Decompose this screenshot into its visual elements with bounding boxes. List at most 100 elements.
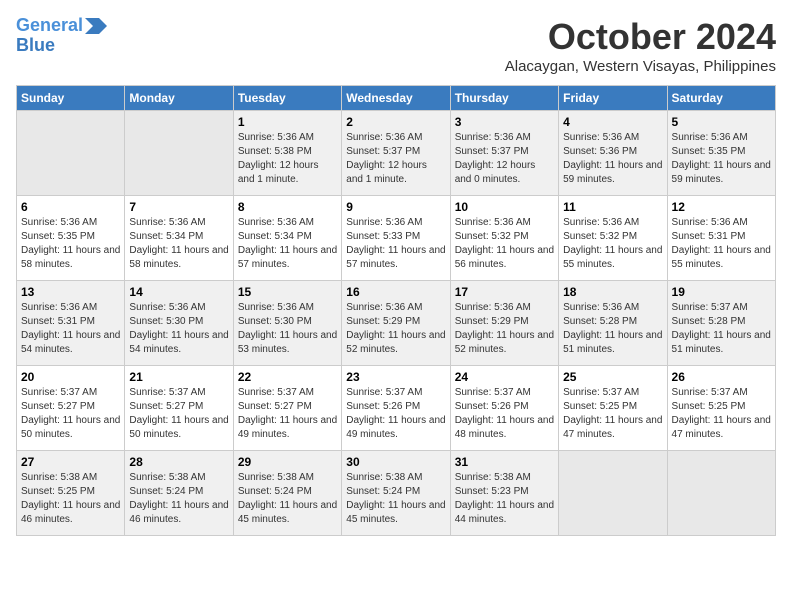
calendar-cell: 23Sunrise: 5:37 AMSunset: 5:26 PMDayligh… bbox=[342, 366, 450, 451]
daylight-text: Daylight: 11 hours and 47 minutes. bbox=[563, 415, 662, 440]
day-info: Sunrise: 5:37 AM Sunset: 5:27 PM Daylight:… bbox=[21, 386, 120, 442]
day-info: Sunrise: 5:38 AMSunset: 5:24 PMDaylight:… bbox=[129, 471, 228, 527]
sunrise-text: Sunrise: 5:37 AM bbox=[672, 302, 748, 313]
calendar-cell: 2 Sunrise: 5:36 AMSunset: 5:37 PMDaylight… bbox=[342, 111, 450, 196]
day-number: 21 bbox=[129, 370, 228, 384]
day-info: Sunrise: 5:36 AMSunset: 5:34 PMDaylight:… bbox=[129, 216, 228, 272]
sunrise-text: Sunrise: 5:36 AM bbox=[563, 302, 639, 313]
calendar-cell: 21Sunrise: 5:37 AMSunset: 5:27 PMDayligh… bbox=[125, 366, 233, 451]
sunrise-text: Sunrise: 5:36 AM bbox=[21, 302, 97, 313]
sunset-text: Sunset: 5:33 PM bbox=[346, 231, 420, 242]
sunrise-text: Sunrise: 5:38 AM bbox=[129, 472, 205, 483]
daylight-text: Daylight: 11 hours and 45 minutes. bbox=[346, 500, 445, 525]
daylight-text: Daylight: 11 hours and 52 minutes. bbox=[455, 330, 554, 355]
calendar-cell: 8Sunrise: 5:36 AMSunset: 5:34 PMDaylight… bbox=[233, 196, 341, 281]
calendar-cell: 28Sunrise: 5:38 AMSunset: 5:24 PMDayligh… bbox=[125, 451, 233, 536]
sunrise-text: Sunrise: 5:38 AM bbox=[346, 472, 422, 483]
header-sunday: Sunday bbox=[17, 86, 125, 111]
day-number: 25 bbox=[563, 370, 662, 384]
day-number: 16 bbox=[346, 285, 445, 299]
daylight-text: Daylight: 11 hours and 56 minutes. bbox=[455, 245, 554, 270]
calendar-cell: 15Sunrise: 5:36 AMSunset: 5:30 PMDayligh… bbox=[233, 281, 341, 366]
day-info: Sunrise: 5:36 AMSunset: 5:37 PMDaylight:… bbox=[455, 131, 554, 187]
sunset-text: Sunset: 5:27 PM bbox=[129, 401, 203, 412]
day-number: 22 bbox=[238, 370, 337, 384]
day-number: 20 bbox=[21, 370, 120, 384]
daylight-text: Daylight: 12 hours and 1 minute. bbox=[238, 160, 319, 185]
calendar-cell: 14Sunrise: 5:36 AMSunset: 5:30 PMDayligh… bbox=[125, 281, 233, 366]
sunrise-text: Sunrise: 5:36 AM bbox=[563, 132, 639, 143]
day-info: Sunrise: 5:36 AMSunset: 5:30 PMDaylight:… bbox=[238, 301, 337, 357]
day-info: Sunrise: 5:36 AMSunset: 5:32 PMDaylight:… bbox=[563, 216, 662, 272]
calendar-cell: 24Sunrise: 5:37 AMSunset: 5:26 PMDayligh… bbox=[450, 366, 558, 451]
daylight-text: Daylight: 11 hours and 54 minutes. bbox=[21, 330, 120, 355]
header-thursday: Thursday bbox=[450, 86, 558, 111]
day-number: 6 bbox=[21, 200, 120, 214]
day-number: 11 bbox=[563, 200, 662, 214]
sunrise-text: Sunrise: 5:37 AM bbox=[346, 387, 422, 398]
sunrise-text: Sunrise: 5:36 AM bbox=[672, 132, 748, 143]
daylight-text: Daylight: 11 hours and 52 minutes. bbox=[346, 330, 445, 355]
daylight-text: Daylight: 11 hours and 49 minutes. bbox=[346, 415, 445, 440]
daylight-text: Daylight: 11 hours and 49 minutes. bbox=[238, 415, 337, 440]
calendar-table: Sunday Monday Tuesday Wednesday Thursday… bbox=[16, 85, 776, 536]
sunrise-text: Sunrise: 5:36 AM bbox=[455, 302, 531, 313]
sunset-text: Sunset: 5:26 PM bbox=[455, 401, 529, 412]
sunset-text: Sunset: 5:35 PM bbox=[672, 146, 746, 157]
daylight-text: Daylight: 12 hours and 0 minutes. bbox=[455, 160, 536, 185]
day-number: 10 bbox=[455, 200, 554, 214]
sunset-text: Sunset: 5:27 PM bbox=[21, 401, 95, 412]
calendar-cell bbox=[125, 111, 233, 196]
logo: General Blue bbox=[16, 16, 107, 56]
day-number: 26 bbox=[672, 370, 771, 384]
sunrise-text: Sunrise: 5:36 AM bbox=[346, 132, 422, 143]
day-info: Sunrise: 5:38 AMSunset: 5:24 PMDaylight:… bbox=[346, 471, 445, 527]
page-header: General Blue October 2024 Alacaygan, Wes… bbox=[16, 16, 776, 75]
daylight-text: Daylight: 11 hours and 46 minutes. bbox=[21, 500, 120, 525]
calendar-cell: 30Sunrise: 5:38 AMSunset: 5:24 PMDayligh… bbox=[342, 451, 450, 536]
day-info: Sunrise: 5:36 AMSunset: 5:35 PMDaylight:… bbox=[21, 216, 120, 272]
sunrise-text: Sunrise: 5:37 AM bbox=[21, 387, 97, 398]
day-number: 29 bbox=[238, 455, 337, 469]
sunrise-text: Sunrise: 5:36 AM bbox=[21, 217, 97, 228]
calendar-cell: 25Sunrise: 5:37 AMSunset: 5:25 PMDayligh… bbox=[559, 366, 667, 451]
sunset-text: Sunset: 5:27 PM bbox=[238, 401, 312, 412]
calendar-cell: 3Sunrise: 5:36 AMSunset: 5:37 PMDaylight… bbox=[450, 111, 558, 196]
daylight-text: Daylight: 11 hours and 55 minutes. bbox=[672, 245, 771, 270]
calendar-week-row: 6 Sunrise: 5:36 AMSunset: 5:35 PMDaylight… bbox=[17, 196, 776, 281]
daylight-text: Daylight: 11 hours and 58 minutes. bbox=[21, 245, 120, 270]
calendar-cell: 13Sunrise: 5:36 AMSunset: 5:31 PMDayligh… bbox=[17, 281, 125, 366]
header-saturday: Saturday bbox=[667, 86, 775, 111]
header-monday: Monday bbox=[125, 86, 233, 111]
calendar-week-row: 27Sunrise: 5:38 AMSunset: 5:25 PMDayligh… bbox=[17, 451, 776, 536]
daylight-text: Daylight: 11 hours and 50 minutes. bbox=[21, 415, 120, 440]
day-info: Sunrise: 5:36 AMSunset: 5:37 PMDaylight:… bbox=[346, 131, 445, 187]
calendar-cell: 22Sunrise: 5:37 AMSunset: 5:27 PMDayligh… bbox=[233, 366, 341, 451]
day-info: Sunrise: 5:36 AMSunset: 5:34 PMDaylight:… bbox=[238, 216, 337, 272]
sunrise-text: Sunrise: 5:36 AM bbox=[238, 132, 314, 143]
daylight-text: Daylight: 11 hours and 54 minutes. bbox=[129, 330, 228, 355]
sunrise-text: Sunrise: 5:38 AM bbox=[238, 472, 314, 483]
day-info: Sunrise: 5:37 AMSunset: 5:28 PMDaylight:… bbox=[672, 301, 771, 357]
day-number: 18 bbox=[563, 285, 662, 299]
calendar-cell bbox=[667, 451, 775, 536]
day-info: Sunrise: 5:38 AMSunset: 5:24 PMDaylight:… bbox=[238, 471, 337, 527]
month-title: October 2024 bbox=[505, 16, 776, 58]
day-info: Sunrise: 5:36 AMSunset: 5:38 PMDaylight:… bbox=[238, 131, 337, 187]
sunset-text: Sunset: 5:25 PM bbox=[21, 486, 95, 497]
day-number: 2 bbox=[346, 115, 445, 129]
day-number: 7 bbox=[129, 200, 228, 214]
calendar-header-row: Sunday Monday Tuesday Wednesday Thursday… bbox=[17, 86, 776, 111]
day-info: Sunrise: 5:36 AMSunset: 5:31 PMDaylight:… bbox=[21, 301, 120, 357]
daylight-text: Daylight: 11 hours and 50 minutes. bbox=[129, 415, 228, 440]
sunrise-text: Sunrise: 5:36 AM bbox=[129, 217, 205, 228]
calendar-cell: 18Sunrise: 5:36 AMSunset: 5:28 PMDayligh… bbox=[559, 281, 667, 366]
day-info: Sunrise: 5:38 AMSunset: 5:23 PMDaylight:… bbox=[455, 471, 554, 527]
day-number: 4 bbox=[563, 115, 662, 129]
header-tuesday: Tuesday bbox=[233, 86, 341, 111]
sunrise-text: Sunrise: 5:38 AM bbox=[455, 472, 531, 483]
calendar-cell: 10Sunrise: 5:36 AMSunset: 5:32 PMDayligh… bbox=[450, 196, 558, 281]
daylight-text: Daylight: 11 hours and 57 minutes. bbox=[238, 245, 337, 270]
day-info: Sunrise: 5:37 AMSunset: 5:25 PMDaylight:… bbox=[672, 386, 771, 442]
calendar-cell: 6 Sunrise: 5:36 AMSunset: 5:35 PMDaylight… bbox=[17, 196, 125, 281]
